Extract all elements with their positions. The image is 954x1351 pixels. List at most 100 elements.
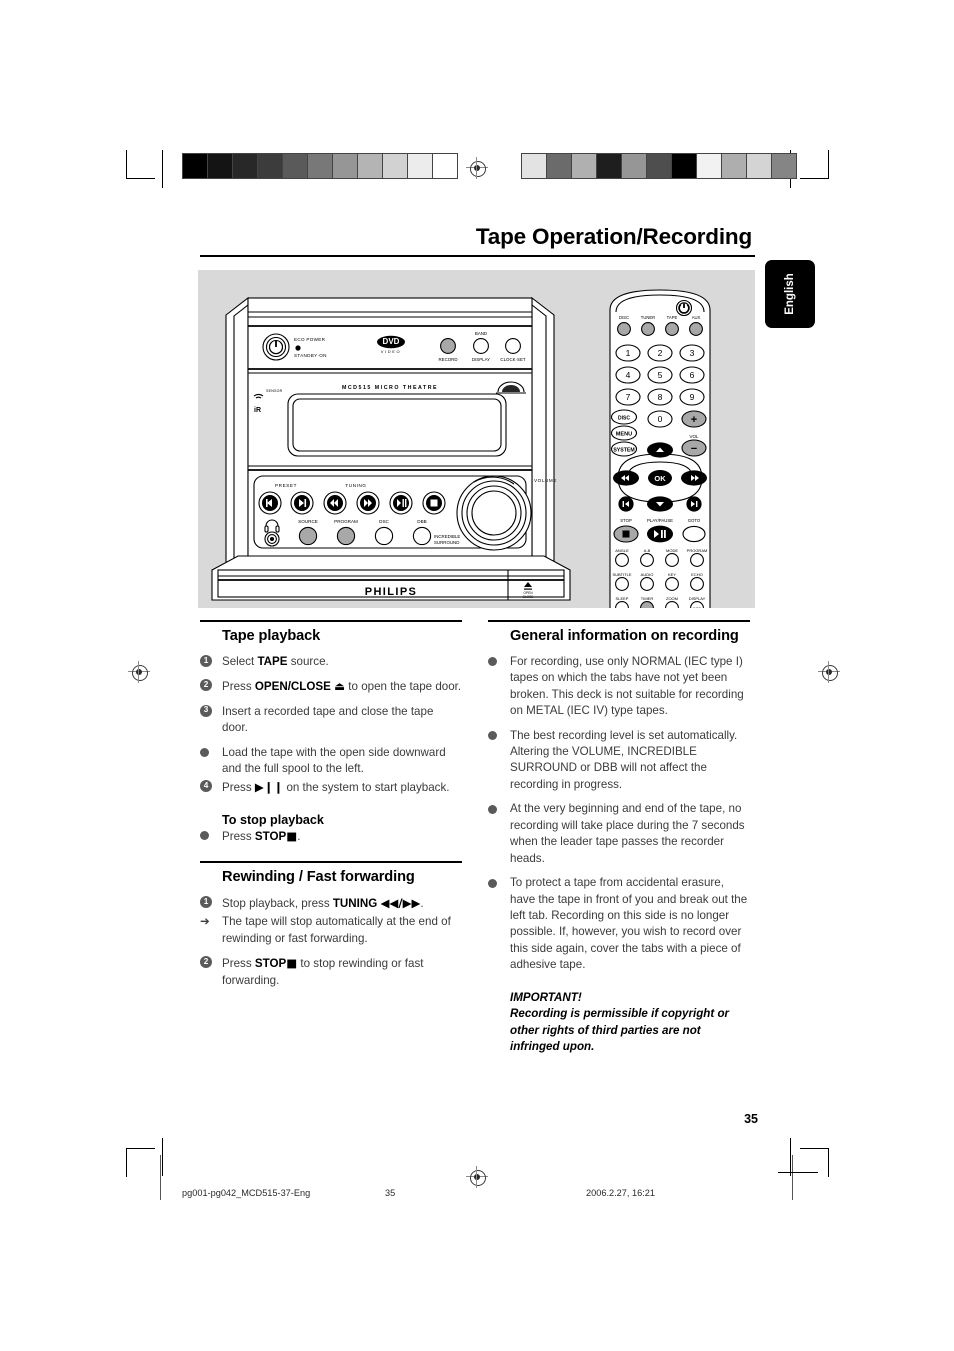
- step-text: For recording, use only NORMAL (IEC type…: [510, 654, 744, 718]
- important-note: IMPORTANT! Recording is permissible if c…: [510, 990, 750, 1056]
- bullet-marker: [488, 804, 497, 814]
- svg-text:OSD: OSD: [693, 606, 702, 608]
- svg-text:ECO POWER: ECO POWER: [294, 337, 326, 342]
- product-illustration: .ln{fill:none;stroke:#000;stroke-width:1…: [198, 270, 755, 608]
- color-bar-swatch: [283, 154, 308, 178]
- svg-text:AUDIO: AUDIO: [641, 572, 654, 577]
- svg-text:iR: iR: [254, 407, 261, 414]
- step-number: 1: [200, 896, 212, 908]
- svg-text:DISC: DISC: [618, 416, 630, 422]
- svg-text:SUBTITLE: SUBTITLE: [612, 572, 631, 577]
- important-heading: IMPORTANT!: [510, 990, 582, 1004]
- color-bar-swatch: [358, 154, 383, 178]
- instruction-step: The best recording level is set automati…: [488, 728, 750, 794]
- svg-text:SYSTEM: SYSTEM: [613, 448, 634, 454]
- instruction-step: 4 Press ▶❙❙ on the system to start playba…: [200, 779, 462, 796]
- instruction-step: 3 Insert a recorded tape and close the ta…: [200, 704, 462, 737]
- color-bar-swatch: [672, 154, 697, 178]
- instruction-step: To protect a tape from accidental erasur…: [488, 875, 750, 974]
- svg-text:2: 2: [658, 348, 663, 358]
- instruction-step: Load the tape with the open side downwar…: [200, 745, 462, 778]
- step-number: 4: [200, 780, 212, 793]
- page-number: 35: [744, 1112, 758, 1126]
- svg-text:STANDBY·ON: STANDBY·ON: [294, 353, 327, 358]
- section-tape-playback: Tape playback 1 Select TAPE source. 2 Press…: [200, 620, 462, 845]
- color-bar-swatch: [333, 154, 358, 178]
- svg-text:KEY: KEY: [668, 572, 676, 577]
- color-bar-swatch: [383, 154, 408, 178]
- section-title: Rewinding / Fast forwarding: [222, 868, 415, 885]
- instruction-step: ➔ The tape will stop automatically at the…: [200, 914, 462, 947]
- registration-mark-right: [818, 661, 840, 683]
- svg-text:DVD: DVD: [383, 337, 400, 346]
- svg-text:SENSOR: SENSOR: [266, 389, 283, 393]
- instruction-step: For recording, use only NORMAL (IEC type…: [488, 654, 750, 720]
- svg-text:VIDEO: VIDEO: [381, 349, 401, 354]
- language-tab: English: [765, 260, 815, 328]
- color-bar-swatch: [208, 154, 233, 178]
- svg-text:VOL: VOL: [689, 434, 699, 439]
- svg-text:INCREDIBLE: INCREDIBLE: [434, 534, 460, 539]
- color-bar-swatch: [747, 154, 772, 178]
- registration-mark-bottom: [466, 1166, 488, 1188]
- color-bar-swatch: [622, 154, 647, 178]
- footer-page: 35: [385, 1188, 396, 1198]
- svg-text:DBB: DBB: [417, 519, 426, 524]
- step-text: The tape will stop automatically at the …: [222, 915, 451, 945]
- svg-text:TIMER: TIMER: [641, 596, 654, 601]
- svg-text:ZOOM: ZOOM: [666, 596, 678, 601]
- svg-text:OK: OK: [654, 474, 666, 483]
- svg-text:DISC: DISC: [619, 315, 629, 320]
- section-divider: [200, 620, 462, 622]
- svg-text:MODE: MODE: [666, 548, 678, 553]
- color-bar-swatch: [233, 154, 258, 178]
- color-bar-swatch: [522, 154, 547, 178]
- svg-text:PRESET: PRESET: [275, 483, 297, 488]
- instruction-step: 1 Stop playback, press TUNING ◀◀/▶▶.: [200, 895, 462, 912]
- color-bar-swatch: [183, 154, 208, 178]
- instruction-step: 1 Select TAPE source.: [200, 654, 462, 670]
- color-bar-swatch: [722, 154, 747, 178]
- color-bar-swatch: [547, 154, 572, 178]
- step-number: 3: [200, 704, 212, 717]
- svg-text:+: +: [691, 414, 697, 426]
- important-body: Recording is permissible if copyright or…: [510, 1007, 730, 1054]
- recording-notes: For recording, use only NORMAL (IEC type…: [488, 654, 750, 974]
- instruction-step: At the very beginning and end of the tap…: [488, 801, 750, 867]
- svg-text:PLAY/PAUSE: PLAY/PAUSE: [647, 518, 673, 523]
- svg-text:8: 8: [658, 392, 663, 402]
- svg-text:DSC: DSC: [379, 519, 389, 524]
- section-general-info-recording: General information on recording For rec…: [488, 620, 750, 1056]
- section-divider: [488, 620, 750, 622]
- rewind-steps: 1 Stop playback, press TUNING ◀◀/▶▶. ➔ The …: [200, 895, 462, 989]
- language-tab-label: English: [784, 273, 796, 315]
- instruction-step: 2 Press OPEN/CLOSE ⏏ to open the tape doo…: [200, 678, 462, 695]
- svg-text:7: 7: [626, 392, 631, 402]
- color-bar-swatch: [697, 154, 722, 178]
- step-text: Press ▶❙❙ on the system to start playbac…: [222, 780, 450, 795]
- bleed-mark-bottom-right: [790, 1138, 791, 1176]
- color-bar-swatch: [408, 154, 433, 178]
- svg-text:3: 3: [690, 348, 695, 358]
- svg-text:GOTO: GOTO: [688, 518, 701, 523]
- crop-mark-top-left: [126, 150, 155, 179]
- svg-text:SURROUND: SURROUND: [434, 540, 459, 545]
- svg-text:PHILIPS: PHILIPS: [365, 586, 418, 598]
- left-column: Tape playback 1 Select TAPE source. 2 Press…: [200, 620, 462, 997]
- svg-text:PROGRAM: PROGRAM: [334, 519, 358, 524]
- step-number: 2: [200, 956, 212, 969]
- right-column: General information on recording For rec…: [488, 620, 750, 1058]
- title-divider: [200, 255, 755, 258]
- bleed-mark-bottom-left: [162, 1138, 163, 1176]
- svg-text:4: 4: [626, 370, 631, 380]
- svg-text:6: 6: [690, 370, 695, 380]
- svg-text:ANGLE: ANGLE: [615, 548, 629, 553]
- bullet-marker: [488, 657, 497, 667]
- step-number: 1: [200, 654, 212, 667]
- footer-rule-left: [160, 1155, 161, 1200]
- footer-timestamp: 2006.2.27, 16:21: [586, 1188, 655, 1198]
- color-bar-swatch: [572, 154, 597, 178]
- svg-text:5: 5: [658, 370, 663, 380]
- bullet-marker: [200, 831, 209, 841]
- instruction-step: Press STOP■.: [200, 828, 462, 845]
